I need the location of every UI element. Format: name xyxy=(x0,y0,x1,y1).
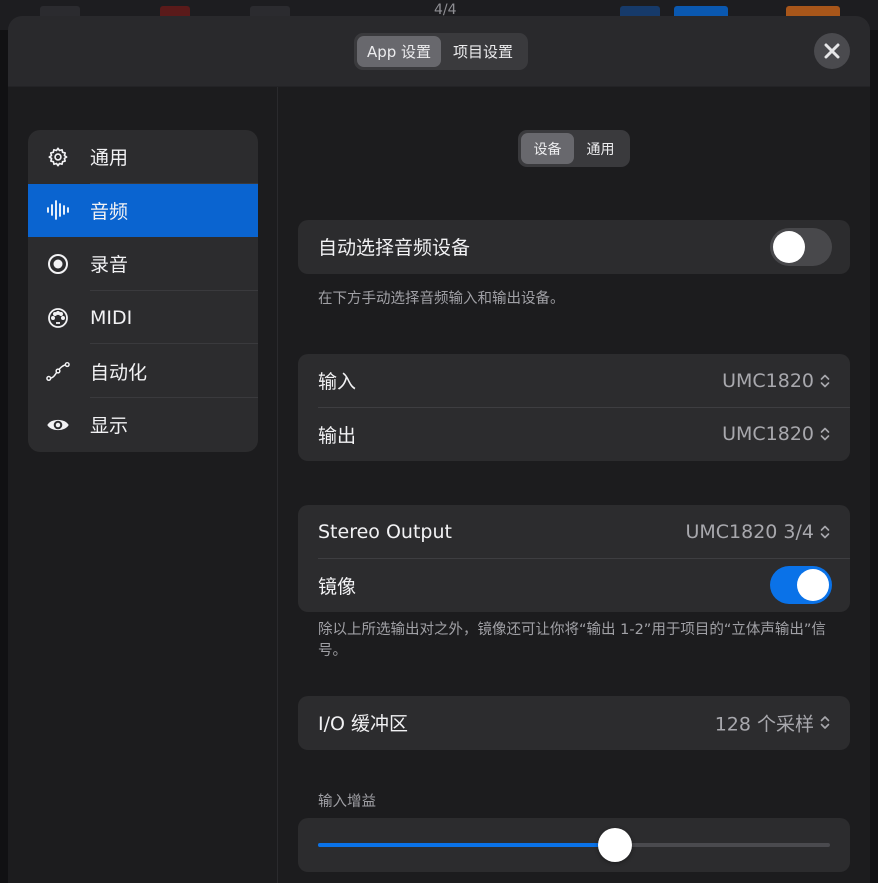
io-buffer-group: I/O 缓冲区 128 个采样 xyxy=(298,696,850,750)
sidebar-item-label: 显示 xyxy=(90,415,129,438)
sidebar-item-automation[interactable]: 自动化 xyxy=(28,344,258,398)
io-buffer-row[interactable]: I/O 缓冲区 128 个采样 xyxy=(298,696,850,750)
mirror-note: 除以上所选输出对之外，镜像还可让你将“输出 1-2”用于项目的“立体声输出”信号… xyxy=(318,622,826,659)
sidebar-list: 通用 音频 录音 MIDI 自动化 显示 xyxy=(28,130,258,452)
io-buffer-label: I/O 缓冲区 xyxy=(318,713,408,736)
auto-select-label: 自动选择音频设备 xyxy=(318,237,471,260)
tab-general[interactable]: 通用 xyxy=(574,133,627,164)
sidebar-item-midi[interactable]: MIDI xyxy=(28,291,258,345)
sidebar-item-label: 通用 xyxy=(90,147,129,170)
midi-port-icon xyxy=(46,306,70,330)
auto-select-note: 在下方手动选择音频输入和输出设备。 xyxy=(318,291,565,307)
mirror-row: 镜像 xyxy=(298,559,850,613)
output-value: UMC1820 xyxy=(722,423,814,446)
chevron-up-down-icon xyxy=(820,525,830,539)
chevron-up-down-icon xyxy=(820,716,830,730)
stereo-output-group: Stereo Output UMC1820 3/4 镜像 xyxy=(298,505,850,612)
input-value: UMC1820 xyxy=(722,369,814,392)
input-gain-label: 输入增益 xyxy=(318,794,376,810)
sidebar-item-label: 自动化 xyxy=(90,361,148,384)
output-device-row[interactable]: 输出 UMC1820 xyxy=(298,408,850,462)
settings-modal: App 设置 项目设置 通用 音频 录音 MIDI 自动化 显示 设备 通用 自… xyxy=(8,16,870,883)
sidebar-item-label: 音频 xyxy=(90,200,129,223)
input-gain-slider-fill xyxy=(318,842,615,847)
sidebar-item-audio[interactable]: 音频 xyxy=(28,183,258,238)
input-label: 输入 xyxy=(318,371,357,394)
sidebar-item-recording[interactable]: 录音 xyxy=(28,237,258,291)
close-icon xyxy=(824,43,840,59)
io-buffer-value: 128 个采样 xyxy=(714,713,814,736)
chevron-up-down-icon xyxy=(820,427,830,441)
auto-select-toggle[interactable] xyxy=(770,227,832,266)
auto-select-group: 自动选择音频设备 xyxy=(298,220,850,274)
tab-project-settings[interactable]: 项目设置 xyxy=(441,36,525,67)
record-icon xyxy=(46,252,70,276)
settings-sidebar: 通用 音频 录音 MIDI 自动化 显示 xyxy=(8,87,278,883)
gear-icon xyxy=(46,145,70,169)
toggle-knob xyxy=(797,569,829,602)
input-gain-group xyxy=(298,818,850,872)
sidebar-item-general[interactable]: 通用 xyxy=(28,130,258,184)
io-device-group: 输入 UMC1820 输出 UMC1820 xyxy=(298,354,850,461)
sidebar-item-display[interactable]: 显示 xyxy=(28,398,258,452)
settings-header: App 设置 项目设置 xyxy=(8,16,870,87)
sidebar-item-label: MIDI xyxy=(90,306,133,329)
stereo-output-row[interactable]: Stereo Output UMC1820 3/4 xyxy=(298,505,850,559)
mirror-toggle[interactable] xyxy=(770,566,832,605)
close-button[interactable] xyxy=(814,33,850,69)
output-label: 输出 xyxy=(318,424,357,447)
sidebar-item-label: 录音 xyxy=(90,254,129,277)
input-gain-slider-track[interactable] xyxy=(318,827,830,862)
stereo-output-label: Stereo Output xyxy=(318,520,452,543)
input-gain-slider-thumb[interactable] xyxy=(597,827,632,862)
toggle-knob xyxy=(773,230,805,263)
waveform-icon xyxy=(46,198,70,222)
audio-settings-panel: 设备 通用 自动选择音频设备 在下方手动选择音频输入和输出设备。 输入 UMC1… xyxy=(278,87,870,883)
eye-icon xyxy=(46,413,70,437)
chevron-up-down-icon xyxy=(820,374,830,388)
automation-curve-icon xyxy=(46,359,70,383)
mirror-label: 镜像 xyxy=(318,575,357,598)
input-device-row[interactable]: 输入 UMC1820 xyxy=(298,354,850,408)
auto-select-row: 自动选择音频设备 xyxy=(298,220,850,274)
tab-devices[interactable]: 设备 xyxy=(521,133,574,164)
tab-app-settings[interactable]: App 设置 xyxy=(357,36,441,67)
audio-subtab-segmented-control: 设备 通用 xyxy=(518,130,630,167)
settings-scope-segmented-control: App 设置 项目设置 xyxy=(354,33,528,70)
stereo-output-value: UMC1820 3/4 xyxy=(685,520,814,543)
